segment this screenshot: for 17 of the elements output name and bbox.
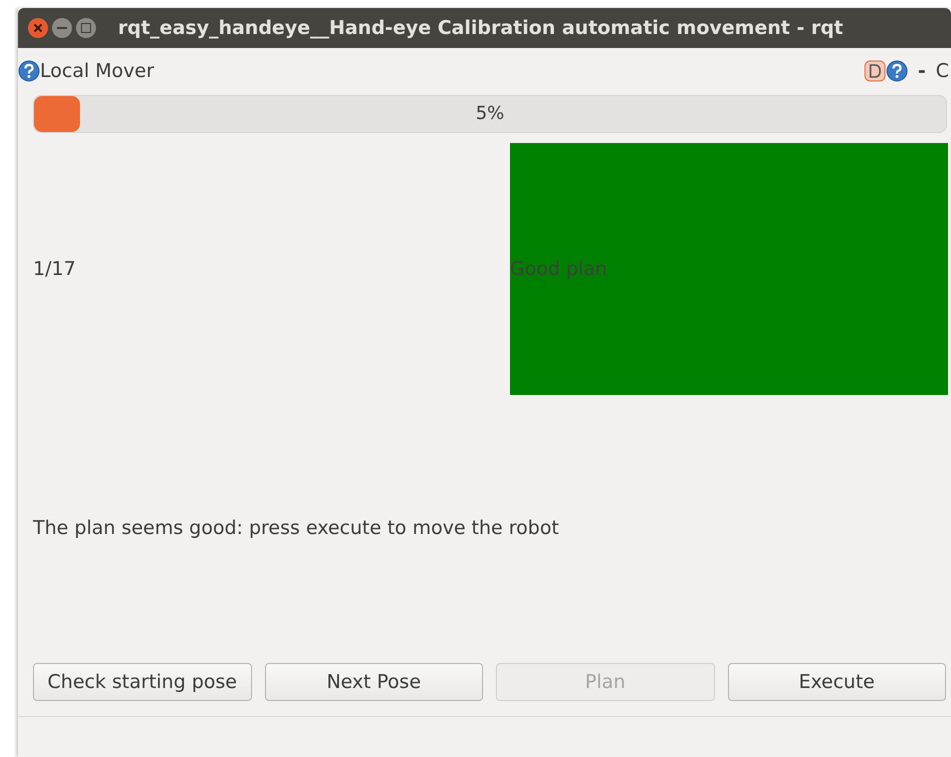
progress-label: 5% xyxy=(476,103,504,125)
plan-status-label: Good plan xyxy=(510,258,608,280)
help-icon[interactable] xyxy=(886,60,908,82)
debug-icon[interactable] xyxy=(864,60,886,82)
status-message: The plan seems good: press execute to move the robot xyxy=(33,517,559,539)
minimize-icon[interactable] xyxy=(52,18,72,38)
maximize-icon[interactable] xyxy=(76,18,96,38)
action-button[interactable]: Next Pose xyxy=(264,663,483,701)
action-button[interactable]: Check starting pose xyxy=(33,663,252,701)
plugin-title: Local Mover xyxy=(40,60,154,82)
help-icon[interactable] xyxy=(18,60,40,82)
window-title: rqt_easy_handeye__Hand-eye Calibration automatic movement - rqt xyxy=(118,17,844,39)
pose-counter: 1/17 xyxy=(33,258,76,280)
minimize-plugin-button[interactable]: - xyxy=(918,60,926,82)
action-button[interactable]: Execute xyxy=(728,663,946,701)
plugin-button[interactable]: C xyxy=(936,60,949,82)
close-icon[interactable] xyxy=(28,18,48,38)
